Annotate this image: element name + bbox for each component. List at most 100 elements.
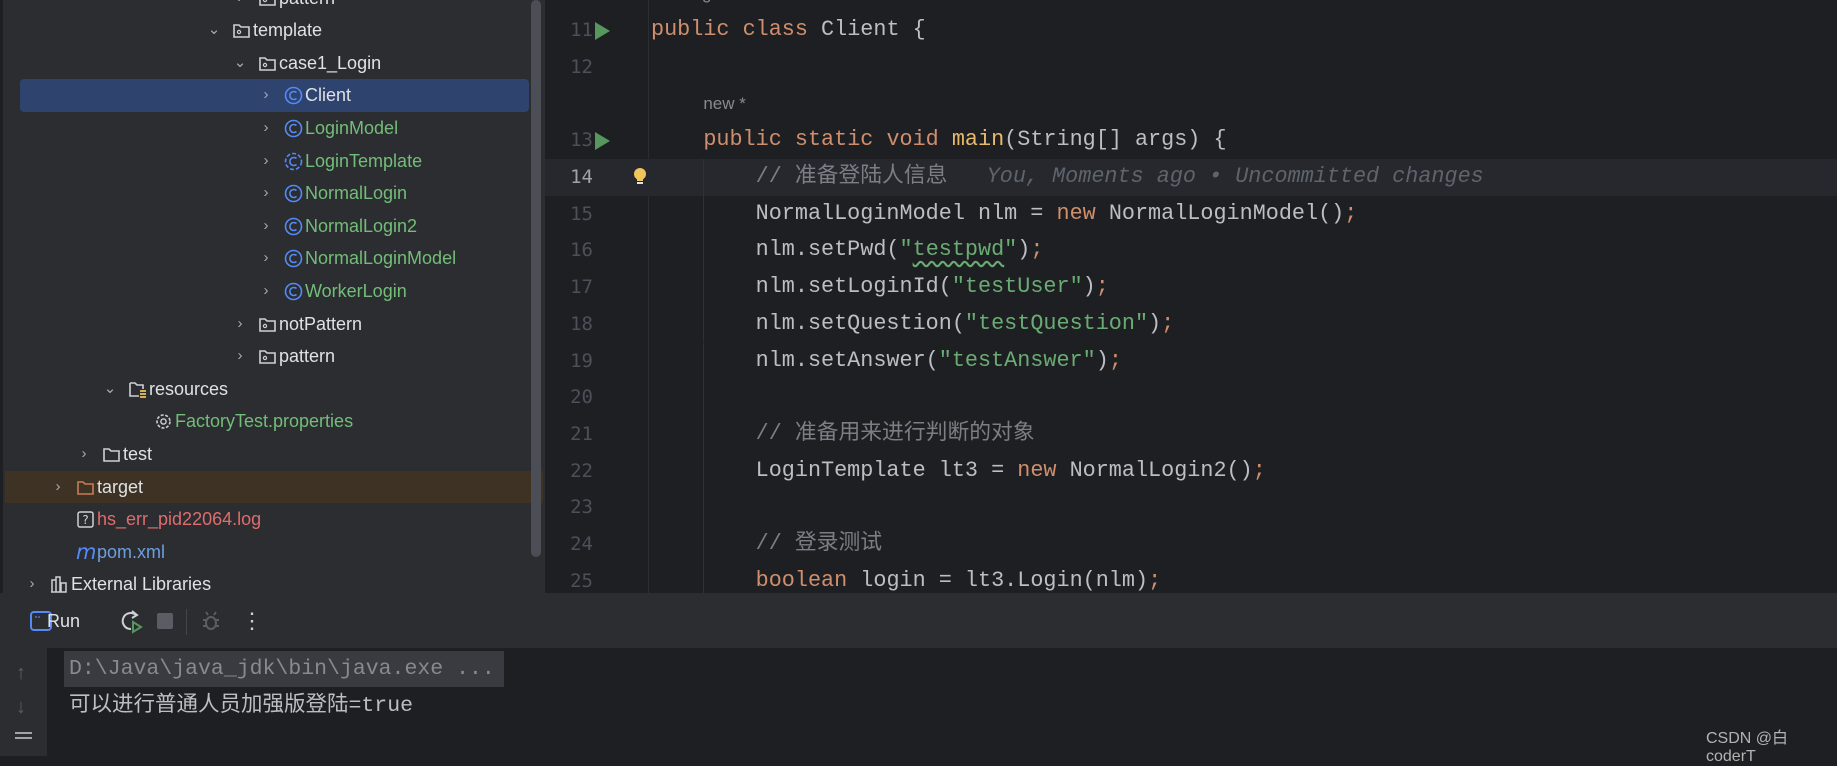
code-line[interactable]: 20 [545,379,1837,416]
tree-item-client[interactable]: › Client [3,79,543,112]
tree-item-resources[interactable]: ⌄ resources [3,373,543,406]
lightbulb-icon[interactable] [633,167,647,187]
code-token: boolean [755,567,861,593]
tree-item-factorytest-properties[interactable]: FactoryTest.properties [3,405,543,438]
code-line[interactable]: 21 // 准备用来进行判断的对象 [545,415,1837,453]
code-editor[interactable]: no usages new * 11 public class Client { 12… [545,0,1837,593]
chevron-right-icon[interactable]: › [258,79,274,112]
more-options-icon[interactable]: ⋮ [241,608,263,634]
line-number: 11 [570,19,593,42]
chevron-right-icon[interactable]: › [258,275,274,308]
class-icon [284,217,303,236]
scroll-down-icon[interactable]: ↓ [16,696,26,719]
chevron-right-icon[interactable]: › [232,308,248,341]
tree-item-case1-login[interactable]: ⌄ case1_Login [3,47,543,80]
project-tree-scrollbar[interactable] [531,0,541,557]
chevron-right-icon[interactable]: › [258,145,274,178]
tree-item-label: case1_Login [279,52,382,73]
code-line[interactable]: 14 // 准备登陆人信息 You, Moments ago • Uncommit… [545,159,1837,196]
code-line[interactable]: 13 public static void main(String[] args)… [545,122,1837,159]
tree-item-normallogin[interactable]: › NormalLogin [3,177,543,210]
tree-item-logintemplate[interactable]: › LoginTemplate [3,145,543,178]
maven-icon: m [76,540,96,564]
soft-wrap-icon[interactable] [15,732,32,734]
package-folder-icon [258,315,277,334]
code-line[interactable]: 17 nlm.setLoginId("testUser"); [545,269,1837,306]
line-number: 15 [570,202,593,225]
tree-item-label: template [253,20,323,41]
code-vision-hint[interactable]: no usages new * [651,0,786,12]
debug-icon[interactable] [200,610,222,632]
code-token: ; [1344,200,1358,226]
code-token: ; [1148,567,1162,593]
code-token: main [951,127,1005,153]
tree-item-workerlogin[interactable]: › WorkerLogin [3,275,543,308]
tree-item-normallogin2[interactable]: › NormalLogin2 [3,210,543,243]
chevron-right-icon[interactable]: › [258,242,274,275]
code-line[interactable]: 24 // 登录测试 [545,526,1837,563]
line-number: 12 [570,55,593,78]
class-icon [284,184,303,203]
scroll-up-icon[interactable]: ↑ [16,662,26,685]
indent-guide [703,342,705,380]
chevron-right-icon[interactable]: › [232,0,248,14]
code-token: // 准备用来进行判断的对象 [755,420,1035,446]
run-tab-title[interactable]: Run [47,611,80,632]
console-command-line[interactable]: D:\Java\java_jdk\bin\java.exe ... [69,651,495,687]
indent-guide [703,489,705,526]
code-token: ) [1082,274,1096,300]
chevron-right-icon[interactable]: › [24,568,40,593]
code-token: // 登录测试 [755,531,883,556]
chevron-right-icon[interactable]: › [76,438,92,471]
chevron-right-icon[interactable]: › [50,471,66,504]
package-folder-icon [258,0,277,8]
chevron-down-icon[interactable]: ⌄ [232,47,248,80]
tree-item-test[interactable]: › test [3,438,543,471]
code-line[interactable]: 23 [545,489,1837,526]
code-line[interactable]: 22 LoginTemplate lt3 = new NormalLogin2()… [545,452,1837,490]
code-line[interactable]: 12 [545,49,1837,86]
resources-folder-icon [128,380,147,399]
class-icon [284,282,303,301]
tree-item-label: LoginTemplate [305,150,423,171]
code-text: // 准备用来进行判断的对象 [756,416,1035,453]
stop-icon[interactable] [157,613,173,629]
tree-item-target[interactable]: › target [3,470,543,504]
line-number: 24 [570,533,593,555]
tree-item-pattern[interactable]: › pattern [3,0,543,14]
class-icon [284,249,303,268]
tree-item-external-libraries[interactable]: › External Libraries [3,568,543,593]
chevron-right-icon[interactable]: › [232,340,248,373]
chevron-down-icon[interactable]: ⌄ [206,14,222,47]
chevron-right-icon[interactable]: › [258,177,274,210]
code-line[interactable]: 16 nlm.setPwd("testpwd"); [545,232,1837,270]
run-gutter-icon[interactable] [595,22,610,41]
indent-guide [703,415,705,453]
excluded-folder-icon [76,478,95,497]
chevron-right-icon[interactable]: › [258,210,274,243]
git-blame-annotation[interactable]: You, Moments ago • Uncommitted changes [947,164,1484,189]
code-vision-hint[interactable]: new * [703,86,746,123]
code-token: NormalLoginModel nlm = [755,200,1057,226]
tree-item-pom-xml[interactable]: m pom.xml [3,536,543,569]
code-line[interactable]: 11 public class Client { [545,12,1837,49]
tree-item-normalloginmodel[interactable]: › NormalLoginModel [3,242,543,275]
indent-guide [703,232,705,270]
code-token: public [703,127,795,153]
code-line[interactable]: 15 NormalLoginModel nlm = new NormalLogin… [545,195,1837,233]
rerun-icon[interactable] [119,609,143,635]
tree-item-pattern[interactable]: › pattern [3,340,543,373]
run-gutter-icon[interactable] [595,132,610,151]
code-line[interactable]: 19 nlm.setAnswer("testAnswer"); [545,342,1837,380]
code-line[interactable]: 18 nlm.setQuestion("testQuestion"); [545,305,1837,343]
code-token: new [1017,457,1070,483]
tree-item-loginmodel[interactable]: › LoginModel [3,112,543,145]
code-token: NormalLoginModel() [1108,200,1345,226]
tree-item-hs-err-pid22064-log[interactable]: ? hs_err_pid22064.log [3,503,543,536]
tree-item-template[interactable]: ⌄ template [3,14,543,47]
indent-guide [703,195,705,233]
code-line[interactable]: 25 boolean login = lt3.Login(nlm); [545,562,1837,593]
chevron-right-icon[interactable]: › [258,112,274,145]
tree-item-notpattern[interactable]: › notPattern [3,308,543,341]
chevron-down-icon[interactable]: ⌄ [102,373,118,406]
